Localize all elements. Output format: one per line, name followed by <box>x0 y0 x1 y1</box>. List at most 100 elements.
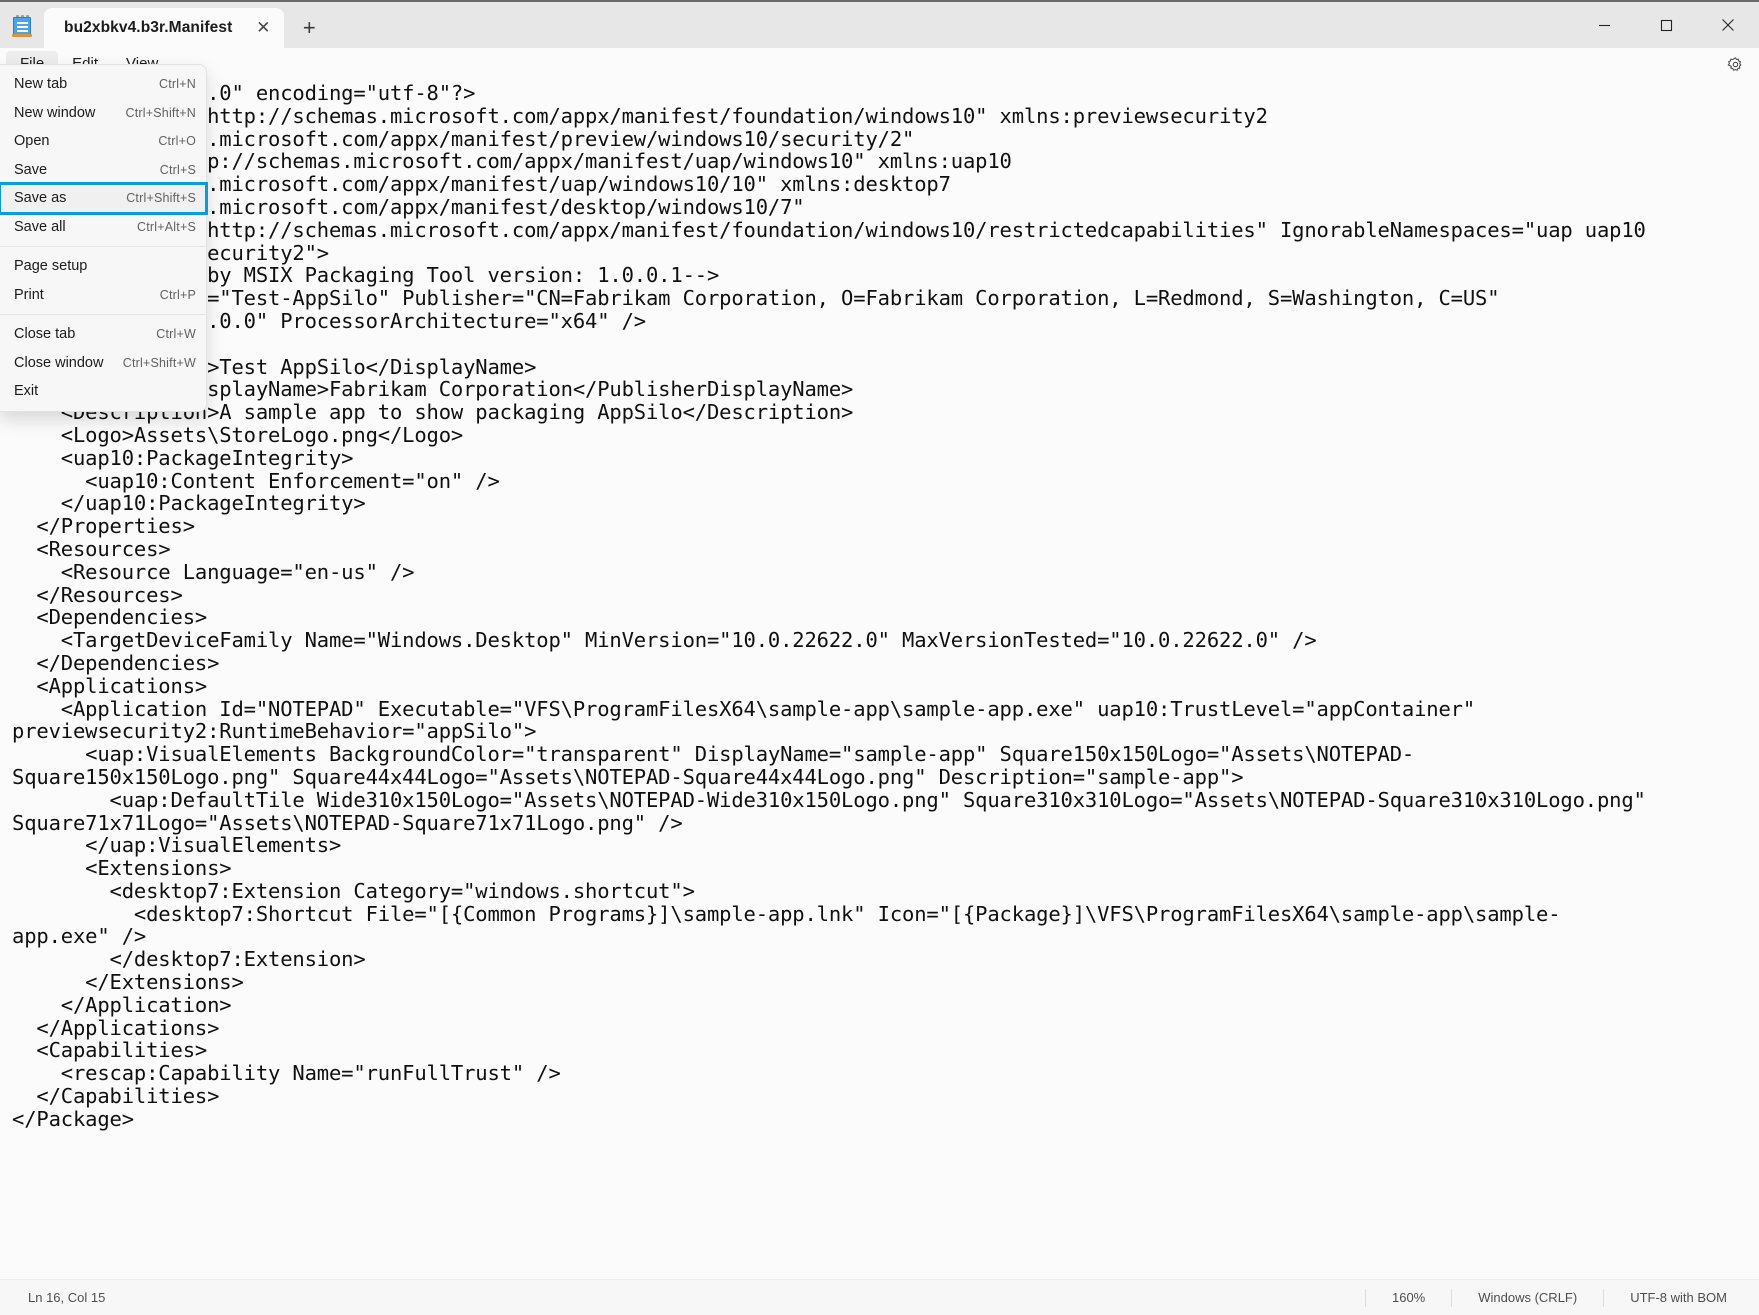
menu-item-label: Save all <box>14 218 66 235</box>
editor-line: </Resources> <box>12 582 183 607</box>
editor-line: </Properties> <box>12 514 195 539</box>
editor-line: <rescap:Capability Name="runFullTrust" /… <box>12 1061 561 1086</box>
menu-item-exit[interactable]: Exit <box>0 377 206 406</box>
editor-line: rescap previewsecurity2"> <box>24 240 329 265</box>
editor-line: previewsecurity2:RuntimeBehavior="appSil… <box>12 719 537 744</box>
menu-bar: File Edit View <box>0 48 1759 80</box>
menu-item-accel: Ctrl+Shift+S <box>126 191 196 206</box>
menu-item-accel: Ctrl+P <box>159 287 196 302</box>
menu-item-print[interactable]: Print Ctrl+P <box>0 281 206 310</box>
editor-content[interactable]: <?xml version="1.0" encoding="utf-8"?> <P… <box>0 80 1759 1131</box>
editor-line: Square71x71Logo="Assets\NOTEPAD-Square71… <box>12 810 683 835</box>
menu-item-page-setup[interactable]: Page setup <box>0 252 206 281</box>
menu-item-accel: Ctrl+W <box>156 327 196 342</box>
editor-line: <Identity Name="Test-AppSilo" Publisher=… <box>12 286 1500 311</box>
menu-separator <box>0 246 206 247</box>
maximize-icon[interactable] <box>1635 2 1697 48</box>
editor-line: <desktop7:Shortcut File="[{Common Progra… <box>12 901 1561 926</box>
title-bar: bu2xbkv4.b3r.Manifest ✕ + <box>0 0 1759 48</box>
menu-item-close-window[interactable]: Close window Ctrl+Shift+W <box>0 349 206 378</box>
file-menu-dropdown: New tab Ctrl+N New window Ctrl+Shift+N O… <box>0 64 208 412</box>
editor-line: xmlns:rescap="http://schemas.microsoft.c… <box>12 217 1646 242</box>
menu-item-label: New tab <box>14 76 68 93</box>
editor-line: <Logo>Assets\StoreLogo.png</Logo> <box>12 422 464 447</box>
editor-line: <Properties> <box>12 332 1759 356</box>
minimize-icon[interactable] <box>1573 2 1635 48</box>
editor-line: <TargetDeviceFamily Name="Windows.Deskto… <box>12 628 1317 653</box>
editor-line: Square150x150Logo.png" Square44x44Logo="… <box>12 764 1244 789</box>
editor-line: <uap:DefaultTile Wide310x150Logo="Assets… <box>12 787 1646 812</box>
editor-line: <PublisherDisplayName>Fabrikam Corporati… <box>12 377 854 402</box>
editor-line: </desktop7:Extension> <box>12 947 366 972</box>
editor-line: <DisplayName>Test AppSilo</DisplayName> <box>12 354 537 379</box>
text-editor[interactable]: <?xml version="1.0" encoding="utf-8"?> <P… <box>0 80 1759 1279</box>
editor-line: </Capabilities> <box>12 1084 220 1109</box>
editor-line: <!--Generated by MSIX Packaging Tool ver… <box>12 263 720 288</box>
gear-icon[interactable] <box>1719 49 1751 79</box>
menu-separator <box>0 314 206 315</box>
editor-line: <Capabilities> <box>12 1038 208 1063</box>
editor-line: </Package> <box>12 1106 134 1131</box>
editor-line: <?xml version="1.0" encoding="utf-8"?> <box>12 81 476 105</box>
editor-line: ="http://schemas.microsoft.com/appx/mani… <box>12 194 805 219</box>
menu-item-accel: Ctrl+Alt+S <box>137 219 196 234</box>
editor-line: <Dependencies> <box>12 605 208 630</box>
editor-line: <Resource Language="en-us" /> <box>12 559 415 584</box>
menu-item-label: Page setup <box>14 258 88 275</box>
status-bar: Ln 16, Col 15 160% Windows (CRLF) UTF-8 … <box>0 1279 1759 1315</box>
menu-item-accel: Ctrl+S <box>159 162 196 177</box>
menu-item-accel: Ctrl+N <box>159 77 196 92</box>
menu-item-accel: Ctrl+Shift+W <box>122 355 196 370</box>
menu-item-label: New window <box>14 104 96 121</box>
menu-item-label: Save as <box>14 190 67 207</box>
editor-line: </Extensions> <box>12 970 244 995</box>
menu-item-save-all[interactable]: Save all Ctrl+Alt+S <box>0 213 206 242</box>
tab-title: bu2xbkv4.b3r.Manifest <box>64 19 233 36</box>
editor-line: ="http://schemas.microsoft.com/appx/mani… <box>12 172 951 197</box>
editor-line: <Description>A sample app to show packag… <box>12 400 854 425</box>
notepad-window: bu2xbkv4.b3r.Manifest ✕ + File Edit View <box>0 0 1759 1315</box>
menu-item-save[interactable]: Save Ctrl+S <box>0 156 206 185</box>
editor-line: <Applications> <box>12 673 208 698</box>
editor-line: <Extensions> <box>12 856 232 881</box>
editor-line: <desktop7:Extension Category="windows.sh… <box>12 878 695 903</box>
editor-line: <Application Id="NOTEPAD" Executable="VF… <box>12 696 1476 721</box>
editor-line: <Resources> <box>12 536 171 561</box>
encoding[interactable]: UTF-8 with BOM <box>1603 1288 1759 1307</box>
menu-item-label: Exit <box>14 383 39 400</box>
menu-item-accel: Ctrl+Shift+N <box>125 105 196 120</box>
menu-item-accel: Ctrl+O <box>158 134 196 149</box>
editor-line: </uap:VisualElements> <box>12 833 342 858</box>
menu-item-new-tab[interactable]: New tab Ctrl+N <box>0 70 206 99</box>
menu-item-label: Close tab <box>14 326 76 343</box>
editor-line: </Applications> <box>12 1015 220 1040</box>
notepad-icon <box>0 4 44 48</box>
editor-line: </Application> <box>12 992 232 1017</box>
tab-manifest[interactable]: bu2xbkv4.b3r.Manifest ✕ <box>44 8 285 48</box>
menu-item-new-window[interactable]: New window Ctrl+Shift+N <box>0 99 206 128</box>
editor-line: </uap10:PackageIntegrity> <box>12 491 366 516</box>
menu-item-open[interactable]: Open Ctrl+O <box>0 127 206 156</box>
status-right-group: 160% Windows (CRLF) UTF-8 with BOM <box>1364 1280 1759 1315</box>
window-controls <box>1573 2 1759 48</box>
new-tab-button[interactable]: + <box>290 9 328 47</box>
editor-line: <uap10:PackageIntegrity> <box>12 445 354 470</box>
menu-item-label: Open <box>14 133 50 150</box>
editor-line: xmlns:uap="http://schemas.microsoft.com/… <box>12 149 1012 174</box>
menu-item-close-tab[interactable]: Close tab Ctrl+W <box>0 320 206 349</box>
editor-line: Version="1.0.0.0" ProcessorArchitecture=… <box>12 308 646 333</box>
cursor-position: Ln 16, Col 15 <box>28 1290 106 1305</box>
editor-line: <uap10:Content Enforcement="on" /> <box>12 468 500 493</box>
close-tab-icon[interactable]: ✕ <box>248 13 278 43</box>
line-ending[interactable]: Windows (CRLF) <box>1451 1288 1603 1307</box>
editor-line: <uap:VisualElements BackgroundColor="tra… <box>12 742 1415 767</box>
editor-line: </Dependencies> <box>12 650 220 675</box>
menu-item-label: Print <box>14 286 44 303</box>
close-icon[interactable] <box>1697 2 1759 48</box>
editor-line: <Package xmlns="http://schemas.microsoft… <box>12 103 1268 128</box>
editor-line: app.exe" /> <box>12 924 147 949</box>
editor-line: ="http://schemas.microsoft.com/appx/mani… <box>12 126 915 151</box>
menu-item-save-as[interactable]: Save as Ctrl+Shift+S <box>0 182 208 215</box>
menu-item-label: Close window <box>14 354 104 371</box>
zoom-level[interactable]: 160% <box>1364 1288 1451 1307</box>
